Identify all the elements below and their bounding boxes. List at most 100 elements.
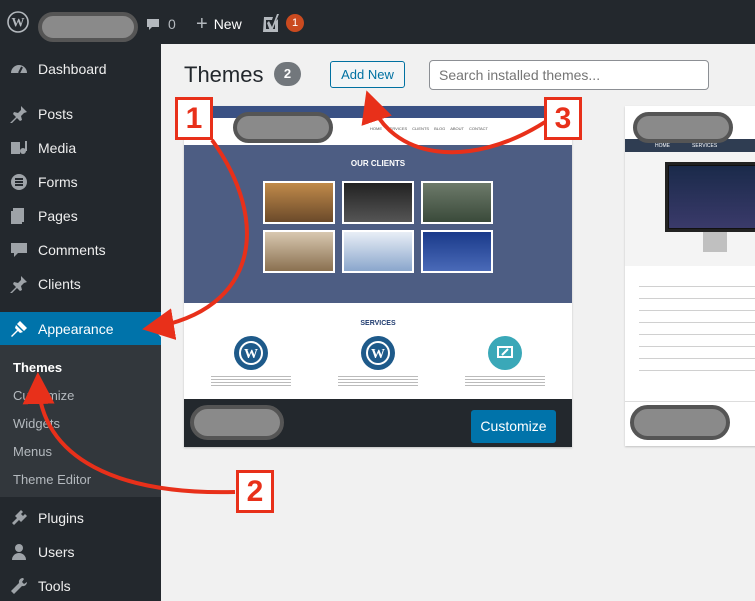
pin-icon [9,104,29,124]
preview-nav-link: HOME [655,142,670,149]
sidebar-item-label: Appearance [38,321,114,337]
search-themes-input[interactable] [429,60,709,90]
new-content-button[interactable]: + New [196,13,242,35]
sidebar-item-media[interactable]: Media [0,131,161,165]
submenu-theme-editor[interactable]: Theme Editor [13,472,91,487]
plugin-icon [9,508,29,528]
pages-icon [9,206,29,226]
sidebar-item-label: Users [38,544,75,560]
service-column: W [206,336,296,386]
media-icon [9,138,29,158]
sidebar-item-comments[interactable]: Comments [0,233,161,267]
sidebar-item-label: Media [38,140,77,156]
client-thumbnail [421,181,493,224]
service-text [338,376,418,386]
sidebar-item-pages[interactable]: Pages [0,199,161,233]
admin-sidebar: Dashboard Posts Media Forms Pages Commen… [0,44,161,601]
service-column: W [333,336,423,386]
sidebar-item-clients[interactable]: Clients [0,267,161,301]
theme-logo-redacted [233,112,333,143]
sidebar-item-appearance[interactable]: Appearance [0,312,161,346]
svg-text:W: W [371,347,385,362]
theme-logo-redacted [633,112,733,143]
pin-icon [9,274,29,294]
wordpress-icon: W [234,336,268,370]
notification-badge: 1 [286,14,304,32]
theme-name-redacted [630,405,730,440]
user-icon [9,542,29,562]
sidebar-item-dashboard[interactable]: Dashboard [0,52,161,86]
plus-icon: + [196,13,208,35]
service-text [211,376,291,386]
monitor-stand [703,232,727,252]
svg-text:W: W [244,347,258,362]
sidebar-item-label: Comments [38,242,106,258]
theme-count-badge: 2 [274,62,301,86]
comments-link[interactable]: 0 [146,13,176,35]
sidebar-item-plugins[interactable]: Plugins [0,501,161,535]
sidebar-item-label: Dashboard [38,61,107,77]
step-3-label: 3 [544,97,582,140]
comment-bubble-icon [147,19,159,30]
submenu-menus[interactable]: Menus [13,444,52,459]
preview-nav-link: ABOUT [450,126,464,131]
submenu-customize[interactable]: Customize [13,388,74,403]
sidebar-item-label: Clients [38,276,81,292]
client-thumbnail [263,230,335,273]
wordpress-logo-icon[interactable]: W [7,11,29,33]
forms-icon [9,172,29,192]
client-thumbnail [421,230,493,273]
site-name-redacted[interactable] [38,12,138,42]
theme-card-active[interactable]: HOME SERVICES CLIENTS BLOG ABOUT CONTACT… [184,106,572,447]
wordpress-icon: W [361,336,395,370]
preview-nav-link: HOME [370,126,382,131]
dashboard-icon [9,59,29,79]
submenu-widgets[interactable]: Widgets [13,416,60,431]
theme-card-inactive[interactable]: HOME SERVICES [625,106,755,446]
sidebar-item-forms[interactable]: Forms [0,165,161,199]
new-label: New [213,16,242,32]
comment-count: 0 [168,16,176,32]
sidebar-item-label: Tools [38,578,71,594]
sidebar-item-label: Posts [38,106,74,122]
yoast-seo-menu[interactable]: 1 [262,12,304,34]
service-column [460,336,550,386]
preview-nav-link: CONTACT [468,126,489,131]
add-new-button[interactable]: Add New [330,61,405,88]
yoast-icon [263,14,279,32]
step-1-label: 1 [175,97,213,140]
wrench-icon [9,576,29,596]
svg-text:W: W [12,15,25,30]
preview-nav-link: BLOG [434,126,446,131]
theme-preview-hero [184,145,572,303]
main-content: Themes 2 Add New HOME SERVICES CLIENTS B… [161,44,755,601]
admin-bar: W 0 + New 1 [0,0,755,44]
theme-name-redacted [190,405,284,440]
comment-icon [9,240,29,260]
brush-icon [9,319,29,339]
client-thumbnail [342,181,414,224]
theme-preview-body-text [639,286,755,376]
monitor-screen [669,166,755,228]
step-2-label: 2 [236,470,274,513]
theme-preview-nav-links: HOME SERVICES CLIENTS BLOG ABOUT CONTACT [370,126,488,131]
sidebar-item-label: Plugins [38,510,84,526]
sidebar-item-label: Pages [38,208,78,224]
theme-preview-hero-title: OUR CLIENTS [350,159,406,168]
preview-nav-link: SERVICES [692,142,718,149]
preview-nav-link: CLIENTS [412,126,430,131]
web-design-icon [488,336,522,370]
sidebar-item-tools[interactable]: Tools [0,569,161,601]
appearance-submenu: Themes Customize Widgets Menus Theme Edi… [0,345,161,497]
sidebar-item-users[interactable]: Users [0,535,161,569]
page-title: Themes [184,62,264,87]
client-thumbnail [342,230,414,273]
submenu-themes[interactable]: Themes [13,360,62,375]
sidebar-item-label: Forms [38,174,78,190]
active-menu-pointer [153,321,161,337]
services-title: SERVICES [360,320,396,327]
customize-button[interactable]: Customize [471,410,556,443]
preview-nav-link: SERVICES [387,126,408,131]
sidebar-item-posts[interactable]: Posts [0,97,161,131]
client-thumbnail [263,181,335,224]
